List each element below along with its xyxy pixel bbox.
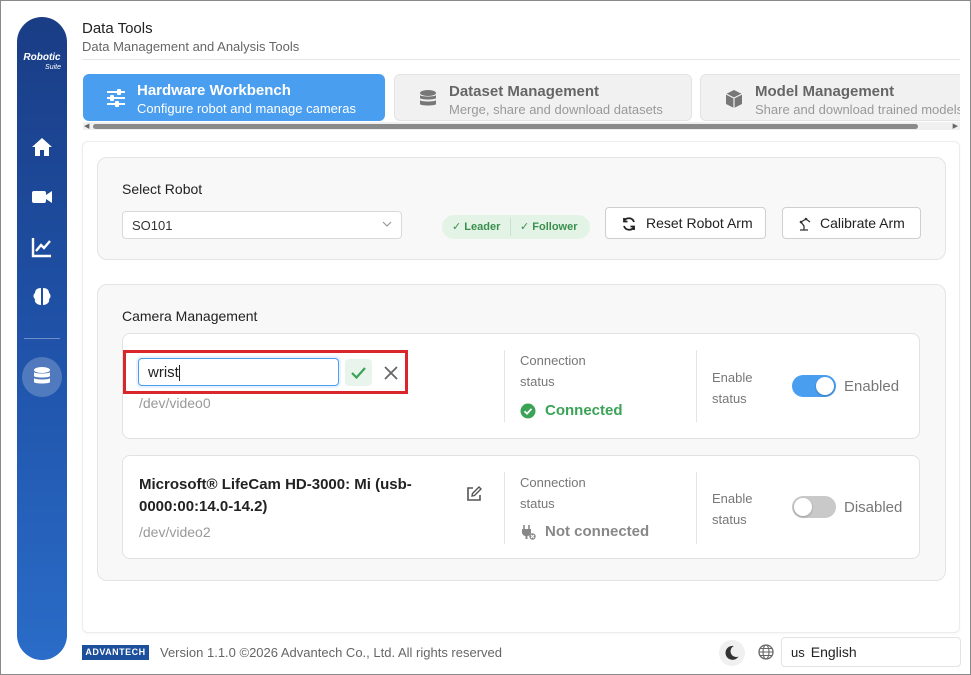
leader-label: Leader: [464, 221, 501, 233]
video-camera-icon[interactable]: [30, 185, 54, 209]
toggle-knob: [816, 377, 834, 395]
scroll-thumb[interactable]: [93, 124, 918, 129]
scroll-left-arrow-icon[interactable]: ◀: [84, 122, 89, 130]
page-subtitle: Data Management and Analysis Tools: [82, 39, 300, 54]
enable-toggle[interactable]: [792, 375, 836, 397]
tab-description: Share and download trained models: [755, 102, 960, 117]
follower-badge: ✓ Follower: [520, 221, 578, 233]
plug-disconnected-icon: [520, 524, 536, 540]
enable-toggle[interactable]: [792, 496, 836, 518]
connection-status-label: Connection status: [520, 353, 586, 389]
divider: [696, 472, 697, 544]
tab-description: Merge, share and download datasets: [449, 102, 663, 117]
robot-select-value: SO101: [132, 218, 173, 233]
camera-device-path: /dev/video2: [139, 524, 211, 540]
sliders-icon: [105, 87, 127, 109]
database-icon[interactable]: [30, 365, 54, 389]
camera-name: Microsoft® LifeCam HD-3000: Mi (usb-0000…: [139, 476, 412, 515]
language-name: English: [810, 644, 857, 660]
logo-text: Robotic: [23, 52, 61, 63]
theme-toggle-button[interactable]: [719, 640, 745, 666]
enable-status-label: Enable status: [712, 370, 753, 406]
arm-role-badge: ✓ Leader ✓ Follower: [442, 215, 590, 239]
database-icon: [417, 88, 439, 110]
camera-section-title: Camera Management: [122, 308, 258, 324]
leader-badge: ✓ Leader: [452, 221, 501, 233]
follower-label: Follower: [532, 221, 578, 233]
header-divider: [82, 59, 960, 60]
calibrate-arm-label: Calibrate Arm: [820, 215, 905, 231]
page-title: Data Tools: [82, 20, 153, 37]
edit-icon[interactable]: [465, 485, 483, 503]
globe-icon: [757, 643, 775, 661]
robot-section-title: Select Robot: [122, 181, 203, 197]
chart-line-icon[interactable]: [30, 235, 54, 259]
tab-model-management[interactable]: Model Management Share and download trai…: [700, 74, 960, 121]
logo-subtext: Suite: [45, 64, 61, 71]
check-circle-icon: [520, 403, 536, 419]
moon-icon: [725, 645, 739, 660]
home-icon[interactable]: [30, 135, 54, 159]
tab-label: Hardware Workbench: [137, 82, 291, 99]
robot-arm-icon: [797, 216, 813, 232]
chevron-down-icon: [381, 218, 393, 230]
app-window: Robotic Suite Data Tools Data Management…: [0, 0, 971, 675]
tab-description: Configure robot and manage cameras: [137, 101, 356, 116]
connection-status-text: Connected: [545, 402, 623, 419]
enable-status-text: Enabled: [844, 378, 900, 395]
refresh-icon: [621, 216, 637, 232]
tab-dataset-management[interactable]: Dataset Management Merge, share and down…: [394, 74, 692, 121]
connection-status-label: Connection status: [520, 475, 586, 511]
tab-label: Model Management: [755, 83, 895, 100]
language-select[interactable]: us English: [781, 637, 961, 667]
toggle-knob: [794, 498, 812, 516]
sidebar-divider: [24, 338, 60, 339]
tab-hardware-workbench[interactable]: Hardware Workbench Configure robot and m…: [83, 74, 385, 121]
tab-bar: Hardware Workbench Configure robot and m…: [83, 71, 960, 123]
camera-device-path: /dev/video0: [139, 395, 211, 411]
tab-scrollbar[interactable]: ◀ ▶: [83, 122, 960, 130]
divider: [696, 350, 697, 422]
cube-icon: [723, 88, 745, 110]
language-code: us: [791, 645, 805, 660]
brain-icon[interactable]: [30, 285, 54, 309]
robot-select[interactable]: SO101: [122, 211, 402, 239]
enable-status-label: Enable status: [712, 491, 753, 527]
version-text: Version 1.1.0 ©2026 Advantech Co., Ltd. …: [160, 645, 503, 660]
highlight-box: [123, 350, 408, 394]
app-logo: Robotic Suite: [17, 53, 67, 73]
advantech-logo: ADVANTECH: [82, 645, 149, 660]
enable-status-text: Disabled: [844, 499, 903, 516]
tab-label: Dataset Management: [449, 83, 600, 100]
scroll-right-arrow-icon[interactable]: ▶: [953, 122, 958, 130]
reset-robot-arm-label: Reset Robot Arm: [646, 215, 753, 231]
sidebar: Robotic Suite: [17, 17, 67, 660]
calibrate-arm-button[interactable]: Calibrate Arm: [782, 207, 921, 239]
divider: [504, 472, 505, 544]
badge-divider: [510, 218, 511, 236]
connection-status-text: Not connected: [545, 523, 650, 540]
reset-robot-arm-button[interactable]: Reset Robot Arm: [605, 207, 766, 239]
divider: [504, 350, 505, 422]
